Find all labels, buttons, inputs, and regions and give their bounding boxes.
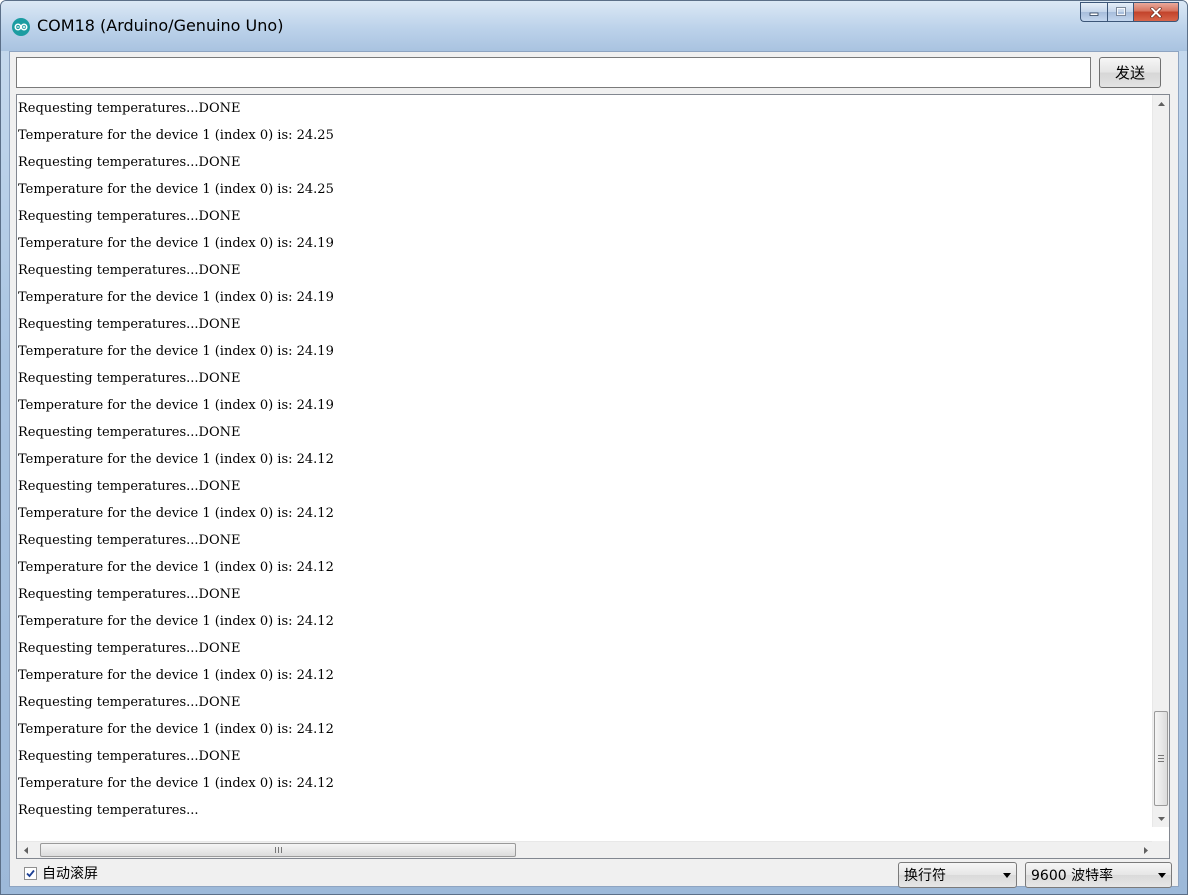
output-line: Requesting temperatures...DONE: [18, 533, 241, 548]
output-line: Temperature for the device 1 (index 0) i…: [18, 614, 334, 629]
output-line: Temperature for the device 1 (index 0) i…: [18, 128, 334, 143]
minimize-icon: [1089, 12, 1099, 16]
scroll-up-arrow-icon[interactable]: [1153, 95, 1169, 112]
serial-output[interactable]: Requesting temperatures...DONE Temperatur…: [16, 94, 1170, 859]
output-line: Temperature for the device 1 (index 0) i…: [18, 290, 334, 305]
baud-rate-value: 9600 波特率: [1031, 868, 1114, 884]
output-line: Temperature for the device 1 (index 0) i…: [18, 722, 334, 737]
output-line: Temperature for the device 1 (index 0) i…: [18, 182, 334, 197]
output-line: Requesting temperatures...DONE: [18, 371, 241, 386]
title-bar[interactable]: COM18 (Arduino/Genuino Uno): [1, 1, 1187, 51]
autoscroll-label: 自动滚屏: [42, 866, 98, 882]
scroll-left-arrow-icon[interactable]: [17, 842, 34, 858]
chevron-down-icon: [998, 872, 1016, 878]
output-text: Requesting temperatures...DONE Temperatur…: [17, 95, 1154, 827]
output-line: Requesting temperatures...DONE: [18, 695, 241, 710]
baud-rate-select[interactable]: 9600 波特率: [1025, 862, 1172, 888]
output-line: Requesting temperatures...DONE: [18, 749, 241, 764]
output-line: Requesting temperatures...DONE: [18, 641, 241, 656]
output-line: Temperature for the device 1 (index 0) i…: [18, 560, 334, 575]
caption-buttons: [1080, 2, 1179, 22]
minimize-button[interactable]: [1080, 2, 1107, 22]
send-input[interactable]: [16, 57, 1091, 88]
output-line: Requesting temperatures...DONE: [18, 209, 241, 224]
output-line: Requesting temperatures...: [18, 803, 199, 818]
send-button[interactable]: 发送: [1099, 57, 1161, 88]
scrollbar-corner: [1152, 841, 1169, 858]
output-line: Temperature for the device 1 (index 0) i…: [18, 398, 334, 413]
output-line: Requesting temperatures...DONE: [18, 101, 241, 116]
scroll-down-arrow-icon[interactable]: [1153, 810, 1169, 827]
close-icon: [1150, 6, 1162, 18]
output-line: Temperature for the device 1 (index 0) i…: [18, 506, 334, 521]
maximize-button[interactable]: [1107, 2, 1133, 22]
output-line: Temperature for the device 1 (index 0) i…: [18, 452, 334, 467]
checkmark-icon: [26, 869, 35, 877]
window-title: COM18 (Arduino/Genuino Uno): [37, 16, 284, 35]
output-line: Requesting temperatures...DONE: [18, 587, 241, 602]
serial-monitor-window: COM18 (Arduino/Genuino Uno) 发送 Requestin…: [0, 0, 1188, 895]
horizontal-scroll-thumb[interactable]: [40, 843, 516, 857]
maximize-icon: [1115, 7, 1126, 16]
grip-icon: [1158, 755, 1164, 762]
output-line: Requesting temperatures...DONE: [18, 425, 241, 440]
autoscroll-toggle[interactable]: 自动滚屏: [24, 863, 98, 883]
horizontal-scrollbar[interactable]: [17, 841, 1154, 858]
output-line: Temperature for the device 1 (index 0) i…: [18, 344, 334, 359]
output-line: Requesting temperatures...DONE: [18, 263, 241, 278]
output-line: Requesting temperatures...DONE: [18, 479, 241, 494]
line-ending-select[interactable]: 换行符: [898, 862, 1017, 888]
output-line: Requesting temperatures...DONE: [18, 155, 241, 170]
line-ending-value: 换行符: [904, 868, 946, 884]
chevron-down-icon: [1153, 872, 1171, 878]
vertical-scrollbar[interactable]: [1152, 95, 1169, 827]
arduino-icon: [12, 18, 30, 36]
client-area: 发送 Requesting temperatures...DONE Tempera…: [9, 51, 1179, 888]
output-line: Requesting temperatures...DONE: [18, 317, 241, 332]
grip-icon: [274, 847, 282, 853]
output-line: Temperature for the device 1 (index 0) i…: [18, 668, 334, 683]
vertical-scroll-thumb[interactable]: [1154, 711, 1168, 806]
output-line: Temperature for the device 1 (index 0) i…: [18, 236, 334, 251]
autoscroll-checkbox[interactable]: [24, 866, 37, 880]
close-button[interactable]: [1133, 2, 1179, 22]
output-line: Temperature for the device 1 (index 0) i…: [18, 776, 334, 791]
footer-bar: 自动滚屏 换行符 9600 波特率: [10, 862, 1178, 888]
